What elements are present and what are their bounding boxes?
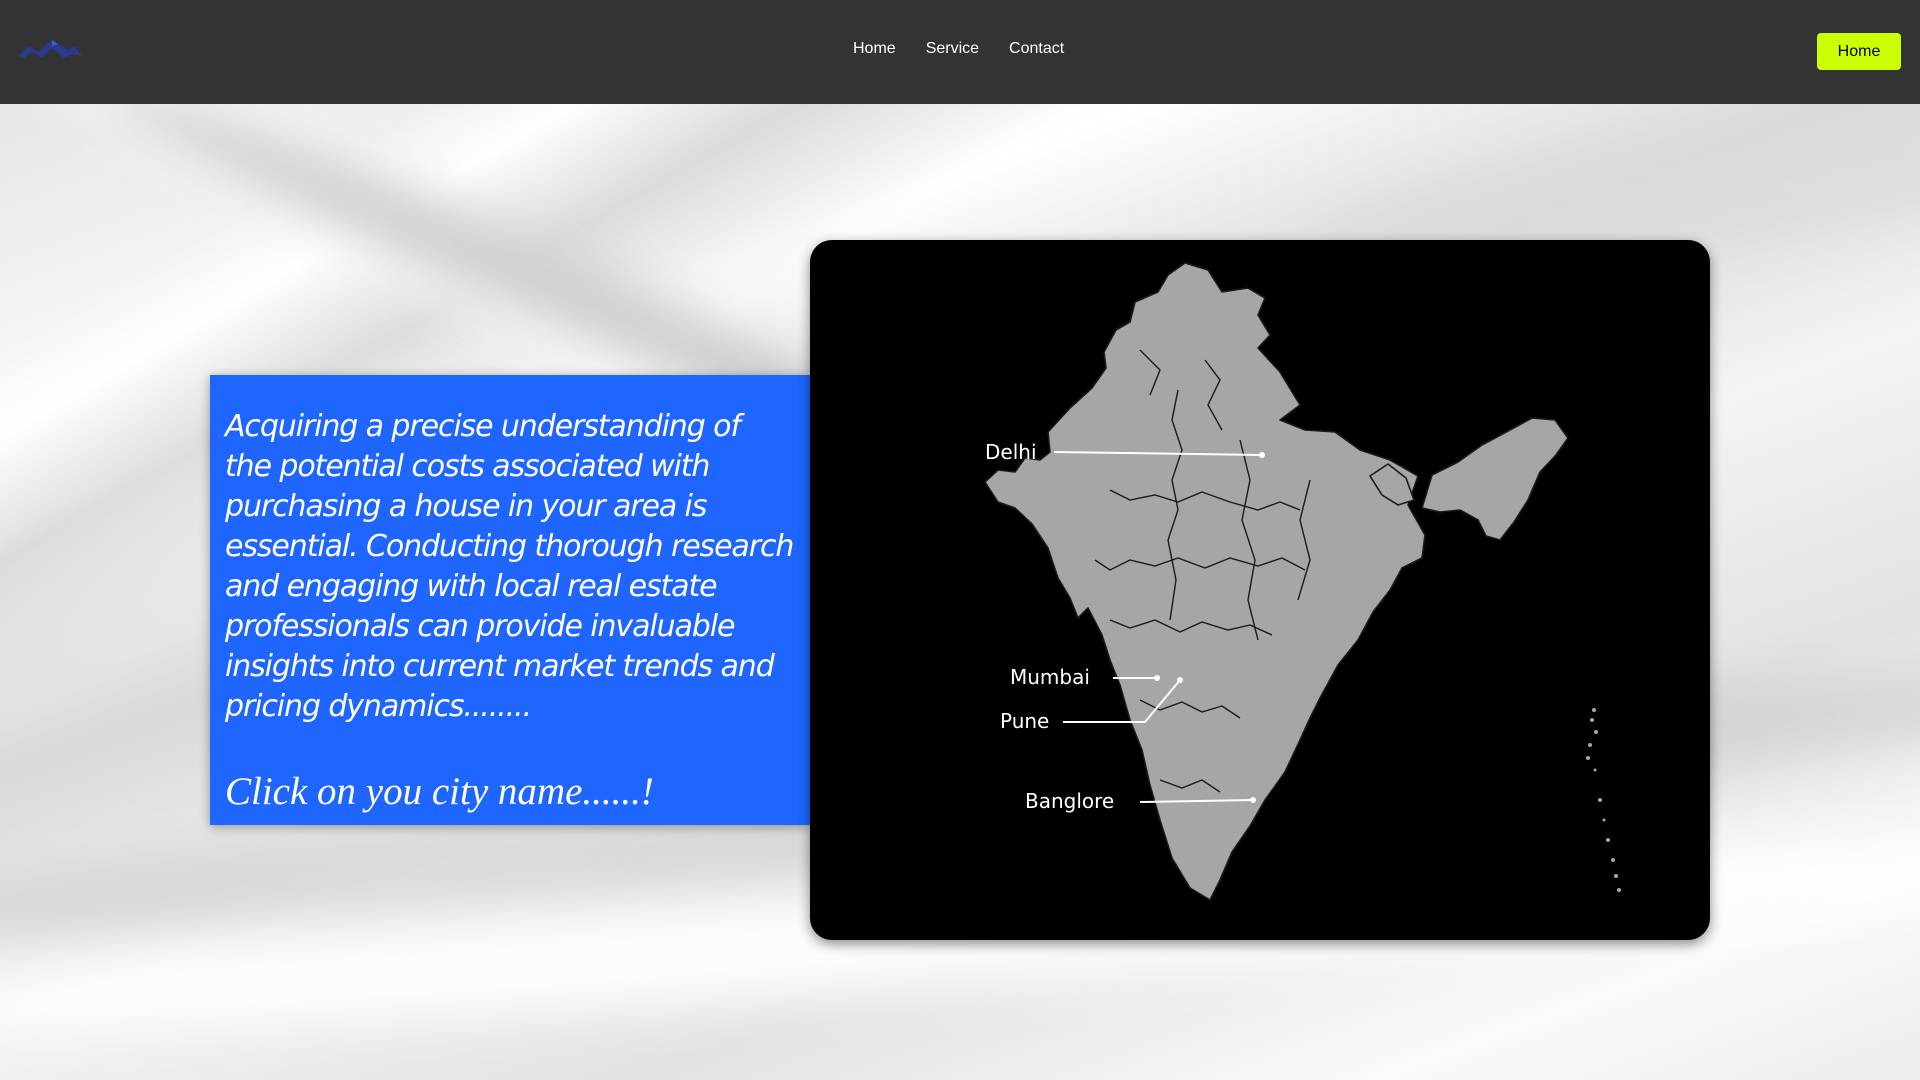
city-link-banglore[interactable]: Banglore [1025,789,1114,813]
banglore-marker [1250,797,1256,803]
navbar: Home Service Contact Home [0,0,1920,104]
nav-link-service[interactable]: Service [926,40,979,58]
nav-link-contact[interactable]: Contact [1009,40,1064,58]
city-link-pune[interactable]: Pune [1000,709,1049,733]
intro-text: Acquiring a precise understanding of the… [225,409,794,724]
house-roof-logo-icon[interactable] [16,36,84,64]
intro-card: Acquiring a precise understanding of the… [210,375,810,825]
andaman-islands [1586,708,1621,892]
delhi-marker [1259,452,1265,458]
home-button[interactable]: Home [1817,33,1901,70]
city-prompt: Click on you city name......! [225,770,654,813]
india-map [984,262,1621,901]
city-link-delhi[interactable]: Delhi [985,440,1037,464]
main-nav: Home Service Contact [853,40,1064,58]
city-link-mumbai[interactable]: Mumbai [1010,665,1090,689]
mumbai-marker [1154,675,1160,681]
india-map-card: Delhi Mumbai Pune Banglore [810,240,1710,940]
pune-marker [1177,677,1183,683]
nav-link-home[interactable]: Home [853,40,896,58]
